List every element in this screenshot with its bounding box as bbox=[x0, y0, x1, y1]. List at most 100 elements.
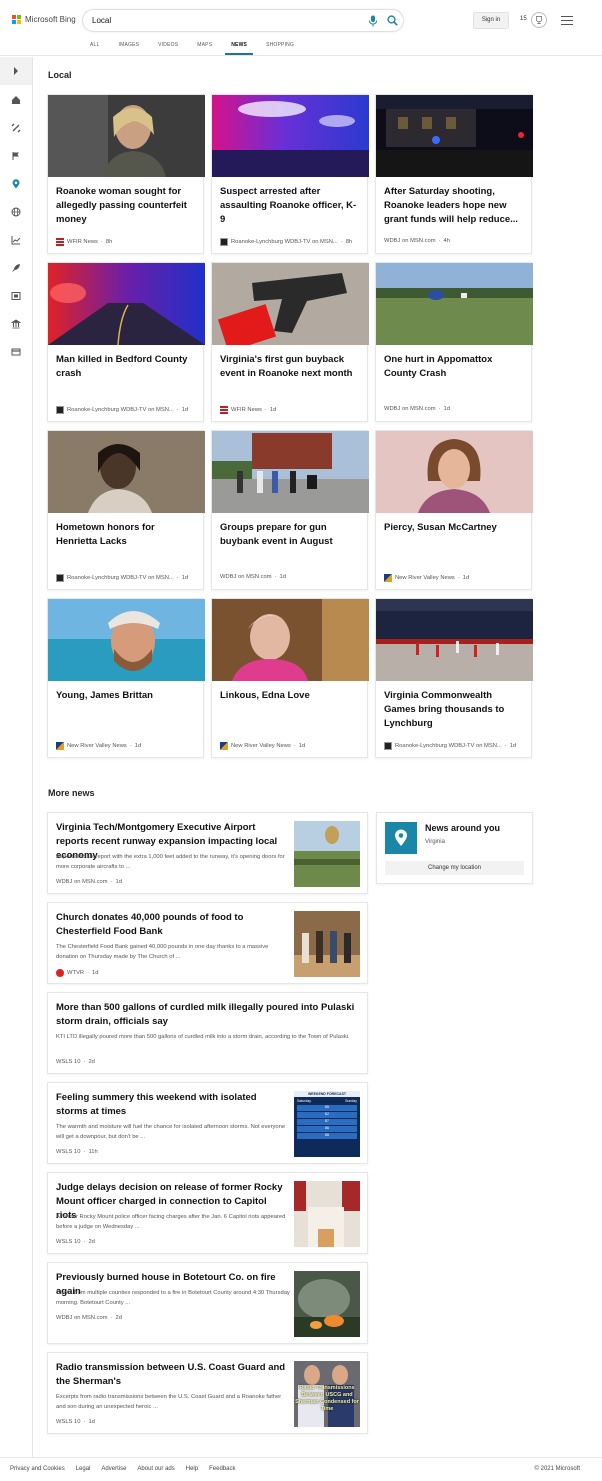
news-card-title[interactable]: Piercy, Susan McCartney bbox=[384, 521, 524, 535]
news-card[interactable]: Virginia's first gun buyback event in Ro… bbox=[211, 262, 369, 422]
sign-in-button[interactable]: Sign in bbox=[473, 12, 509, 29]
news-item-title[interactable]: Church donates 40,000 pounds of food to … bbox=[56, 911, 286, 939]
news-list-item[interactable]: Previously burned house in Botetourt Co.… bbox=[47, 1262, 368, 1344]
brand-name: Microsoft Bing bbox=[25, 15, 76, 24]
top-header: Microsoft Bing Local Sign in 15 ALL IMAG… bbox=[0, 0, 602, 56]
change-location-button[interactable]: Change my location bbox=[385, 861, 524, 875]
footer-link-feedback[interactable]: Feedback bbox=[209, 1466, 235, 1472]
flag-icon[interactable] bbox=[11, 151, 21, 161]
news-item-title[interactable]: Feeling summery this weekend with isolat… bbox=[56, 1091, 286, 1119]
footer-link-advertise[interactable]: Advertise bbox=[101, 1466, 126, 1472]
news-card-title[interactable]: Hometown honors for Henrietta Lacks bbox=[56, 521, 196, 549]
wdbj-logo-icon bbox=[56, 406, 64, 414]
tab-maps[interactable]: MAPS bbox=[191, 40, 218, 55]
news-item-source: WTVR · 1d bbox=[56, 969, 98, 977]
news-list-item[interactable]: More than 500 gallons of curdled milk il… bbox=[47, 992, 368, 1074]
sidebar-expand-button[interactable] bbox=[0, 57, 32, 85]
news-list-item[interactable]: Feeling summery this weekend with isolat… bbox=[47, 1082, 368, 1164]
news-card-title[interactable]: Virginia's first gun buyback event in Ro… bbox=[220, 353, 360, 381]
globe-icon[interactable] bbox=[11, 207, 21, 217]
news-card-title[interactable]: After Saturday shooting, Roanoke leaders… bbox=[384, 185, 524, 227]
news-list-item[interactable]: Radio transmission between U.S. Coast Gu… bbox=[47, 1352, 368, 1434]
tab-videos[interactable]: VIDEOS bbox=[152, 40, 184, 55]
news-card[interactable]: Virginia Commonwealth Games bring thousa… bbox=[375, 598, 533, 758]
business-chart-icon[interactable] bbox=[11, 235, 21, 245]
news-card[interactable]: Hometown honors for Henrietta Lacks Roan… bbox=[47, 430, 205, 590]
film-icon[interactable] bbox=[11, 291, 21, 301]
news-card[interactable]: Piercy, Susan McCartney New River Valley… bbox=[375, 430, 533, 590]
forecast-temp: 87 bbox=[297, 1119, 357, 1125]
news-item-thumbnail bbox=[294, 911, 360, 977]
search-box[interactable]: Local bbox=[82, 9, 404, 32]
news-card-image bbox=[48, 263, 205, 345]
footer-links: Privacy and Cookies Legal Advertise Abou… bbox=[10, 1466, 235, 1472]
rocket-icon[interactable] bbox=[11, 263, 21, 273]
tab-shopping[interactable]: SHOPPING bbox=[260, 40, 300, 55]
trophy-icon[interactable] bbox=[531, 12, 547, 28]
news-item-thumbnail bbox=[294, 1181, 360, 1247]
nrv-logo-icon bbox=[56, 742, 64, 750]
news-card-title[interactable]: Man killed in Bedford County crash bbox=[56, 353, 196, 381]
search-input[interactable]: Local bbox=[92, 16, 111, 25]
location-pin-icon[interactable] bbox=[11, 179, 21, 189]
weather-forecast-thumbnail: WEEKEND FORECAST Saturday Sunday 85 82 8… bbox=[294, 1091, 360, 1157]
magnifier-icon[interactable] bbox=[387, 15, 398, 26]
bank-icon[interactable] bbox=[11, 319, 21, 329]
news-card-source: WDBJ on MSN.com · 1d bbox=[220, 574, 286, 580]
tab-news[interactable]: NEWS bbox=[225, 40, 254, 55]
nrv-logo-icon bbox=[384, 574, 392, 582]
news-card-title[interactable]: Groups prepare for gun buybank event in … bbox=[220, 521, 360, 549]
news-card-title[interactable]: Virginia Commonwealth Games bring thousa… bbox=[384, 689, 524, 731]
news-list-item[interactable]: Virginia Tech/Montgomery Executive Airpo… bbox=[47, 812, 368, 894]
news-card-image bbox=[48, 95, 205, 177]
news-card-source: Roanoke-Lynchburg WDBJ-TV on MSN... · 1d bbox=[384, 742, 530, 750]
news-card[interactable]: Suspect arrested after assaulting Roanok… bbox=[211, 94, 369, 254]
hamburger-menu-icon[interactable] bbox=[561, 16, 573, 25]
location-pin-icon bbox=[395, 829, 407, 846]
footer-link-legal[interactable]: Legal bbox=[76, 1466, 91, 1472]
news-card-source: New River Valley News · 1d bbox=[384, 574, 530, 582]
reward-points[interactable]: 15 bbox=[520, 16, 527, 22]
news-card-source: New River Valley News · 1d bbox=[56, 742, 202, 750]
news-item-title[interactable]: More than 500 gallons of curdled milk il… bbox=[56, 1001, 356, 1029]
credit-card-icon[interactable] bbox=[11, 347, 21, 357]
news-card-title[interactable]: One hurt in Appomattox County Crash bbox=[384, 353, 524, 381]
news-card-title[interactable]: Suspect arrested after assaulting Roanok… bbox=[220, 185, 360, 227]
news-card[interactable]: After Saturday shooting, Roanoke leaders… bbox=[375, 94, 533, 254]
news-list-item[interactable]: Church donates 40,000 pounds of food to … bbox=[47, 902, 368, 984]
news-card-image bbox=[376, 263, 533, 345]
satellite-icon[interactable] bbox=[11, 123, 21, 133]
news-card-image bbox=[212, 263, 369, 345]
radio-transmission-thumbnail: Radio Transmissions Between USCG and She… bbox=[294, 1361, 360, 1427]
news-item-source: WSLS 10 · 11h bbox=[56, 1149, 98, 1155]
news-card[interactable]: Young, James Brittan New River Valley Ne… bbox=[47, 598, 205, 758]
footer-link-privacy[interactable]: Privacy and Cookies bbox=[10, 1466, 65, 1472]
tab-all[interactable]: ALL bbox=[84, 40, 106, 55]
footer-link-help[interactable]: Help bbox=[186, 1466, 198, 1472]
wfir-logo-icon bbox=[56, 238, 64, 246]
news-card-title[interactable]: Linkous, Edna Love bbox=[220, 689, 360, 703]
news-card-source: WDBJ on MSN.com · 1d bbox=[384, 406, 450, 412]
news-card[interactable]: Groups prepare for gun buybank event in … bbox=[211, 430, 369, 590]
forecast-temp: 85 bbox=[297, 1105, 357, 1111]
news-card[interactable]: Linkous, Edna Love New River Valley News… bbox=[211, 598, 369, 758]
news-card-source: Roanoke-Lynchburg WDBJ-TV on MSN... · 8h bbox=[220, 238, 366, 246]
news-card[interactable]: One hurt in Appomattox County Crash WDBJ… bbox=[375, 262, 533, 422]
news-around-you-panel: News around you Virginia Change my locat… bbox=[376, 812, 533, 884]
news-item-thumbnail bbox=[294, 1271, 360, 1337]
news-card[interactable]: Man killed in Bedford County crash Roano… bbox=[47, 262, 205, 422]
news-item-description: A former Rocky Mount police officer faci… bbox=[56, 1214, 286, 1230]
footer-link-about-ads[interactable]: About our ads bbox=[137, 1466, 174, 1472]
news-item-description: The warmth and moisture will fuel the ch… bbox=[56, 1124, 286, 1140]
microsoft-logo-icon bbox=[12, 15, 21, 24]
news-list-item[interactable]: Judge delays decision on release of form… bbox=[47, 1172, 368, 1254]
home-icon[interactable] bbox=[11, 95, 21, 105]
microphone-icon[interactable] bbox=[368, 15, 378, 27]
news-card-title[interactable]: Young, James Brittan bbox=[56, 689, 196, 703]
news-card-image bbox=[48, 599, 205, 681]
bing-logo[interactable]: Microsoft Bing bbox=[12, 15, 76, 24]
tab-images[interactable]: IMAGES bbox=[113, 40, 146, 55]
news-card[interactable]: Roanoke woman sought for allegedly passi… bbox=[47, 94, 205, 254]
news-card-title[interactable]: Roanoke woman sought for allegedly passi… bbox=[56, 185, 196, 227]
news-item-title[interactable]: Radio transmission between U.S. Coast Gu… bbox=[56, 1361, 286, 1389]
